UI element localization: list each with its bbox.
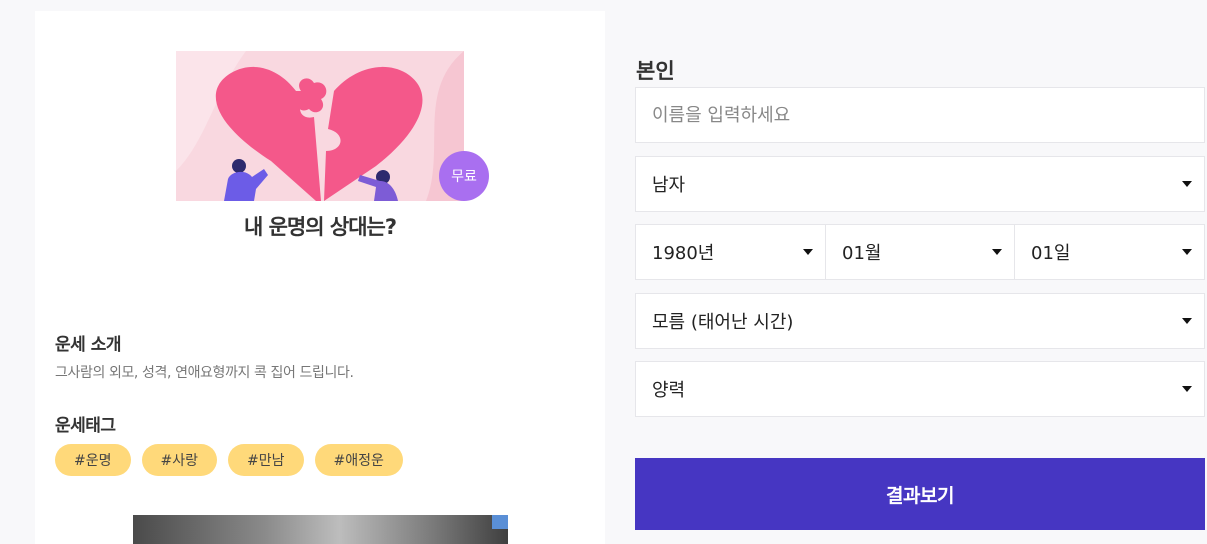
intro-heading: 운세 소개: [55, 335, 121, 355]
name-input[interactable]: [652, 104, 1188, 126]
gender-select[interactable]: 남자: [635, 156, 1205, 212]
calendar-type-value: 양력: [652, 380, 686, 401]
chevron-down-icon: [1182, 318, 1192, 324]
product-title: 내 운명의 상대는?: [243, 215, 397, 239]
day-value: 01일: [1031, 243, 1071, 264]
birth-time-value: 모름 (태어난 시간): [652, 312, 794, 333]
gender-value: 남자: [652, 175, 686, 196]
self-section-label: 본인: [636, 59, 675, 83]
month-value: 01월: [842, 243, 882, 264]
intro-text: 그사람의 외모, 성격, 연애요형까지 콕 집어 드립니다.: [55, 365, 354, 381]
product-card: 무료 내 운명의 상대는? 운세 소개 그사람의 외모, 성격, 연애요형까지 …: [35, 11, 605, 544]
chevron-down-icon: [1182, 249, 1192, 255]
chevron-down-icon: [1182, 181, 1192, 187]
tag-love[interactable]: #사랑: [141, 444, 217, 476]
calendar-type-select[interactable]: 양력: [635, 361, 1205, 417]
view-result-button[interactable]: 결과보기: [635, 458, 1205, 530]
chevron-down-icon: [803, 249, 813, 255]
photo-corner-mark: [492, 515, 508, 529]
tag-meeting[interactable]: #만남: [228, 444, 304, 476]
name-field[interactable]: [635, 87, 1205, 143]
birth-time-select[interactable]: 모름 (태어난 시간): [635, 293, 1205, 349]
hero-illustration: [176, 51, 464, 201]
year-select[interactable]: 1980년: [635, 224, 826, 280]
tags-heading: 운세태그: [55, 416, 116, 436]
free-badge: 무료: [439, 151, 489, 201]
year-value: 1980년: [652, 243, 715, 264]
tag-fate[interactable]: #운명: [55, 444, 131, 476]
birthdate-row: 1980년 01월 01일: [635, 224, 1205, 280]
day-select[interactable]: 01일: [1014, 224, 1205, 280]
preview-photo: [133, 515, 508, 544]
chevron-down-icon: [992, 249, 1002, 255]
chevron-down-icon: [1182, 386, 1192, 392]
tag-romance-luck[interactable]: #애정운: [314, 444, 403, 476]
month-select[interactable]: 01월: [825, 224, 1015, 280]
tag-list: #운명 #사랑 #만남 #애정운: [55, 444, 403, 476]
